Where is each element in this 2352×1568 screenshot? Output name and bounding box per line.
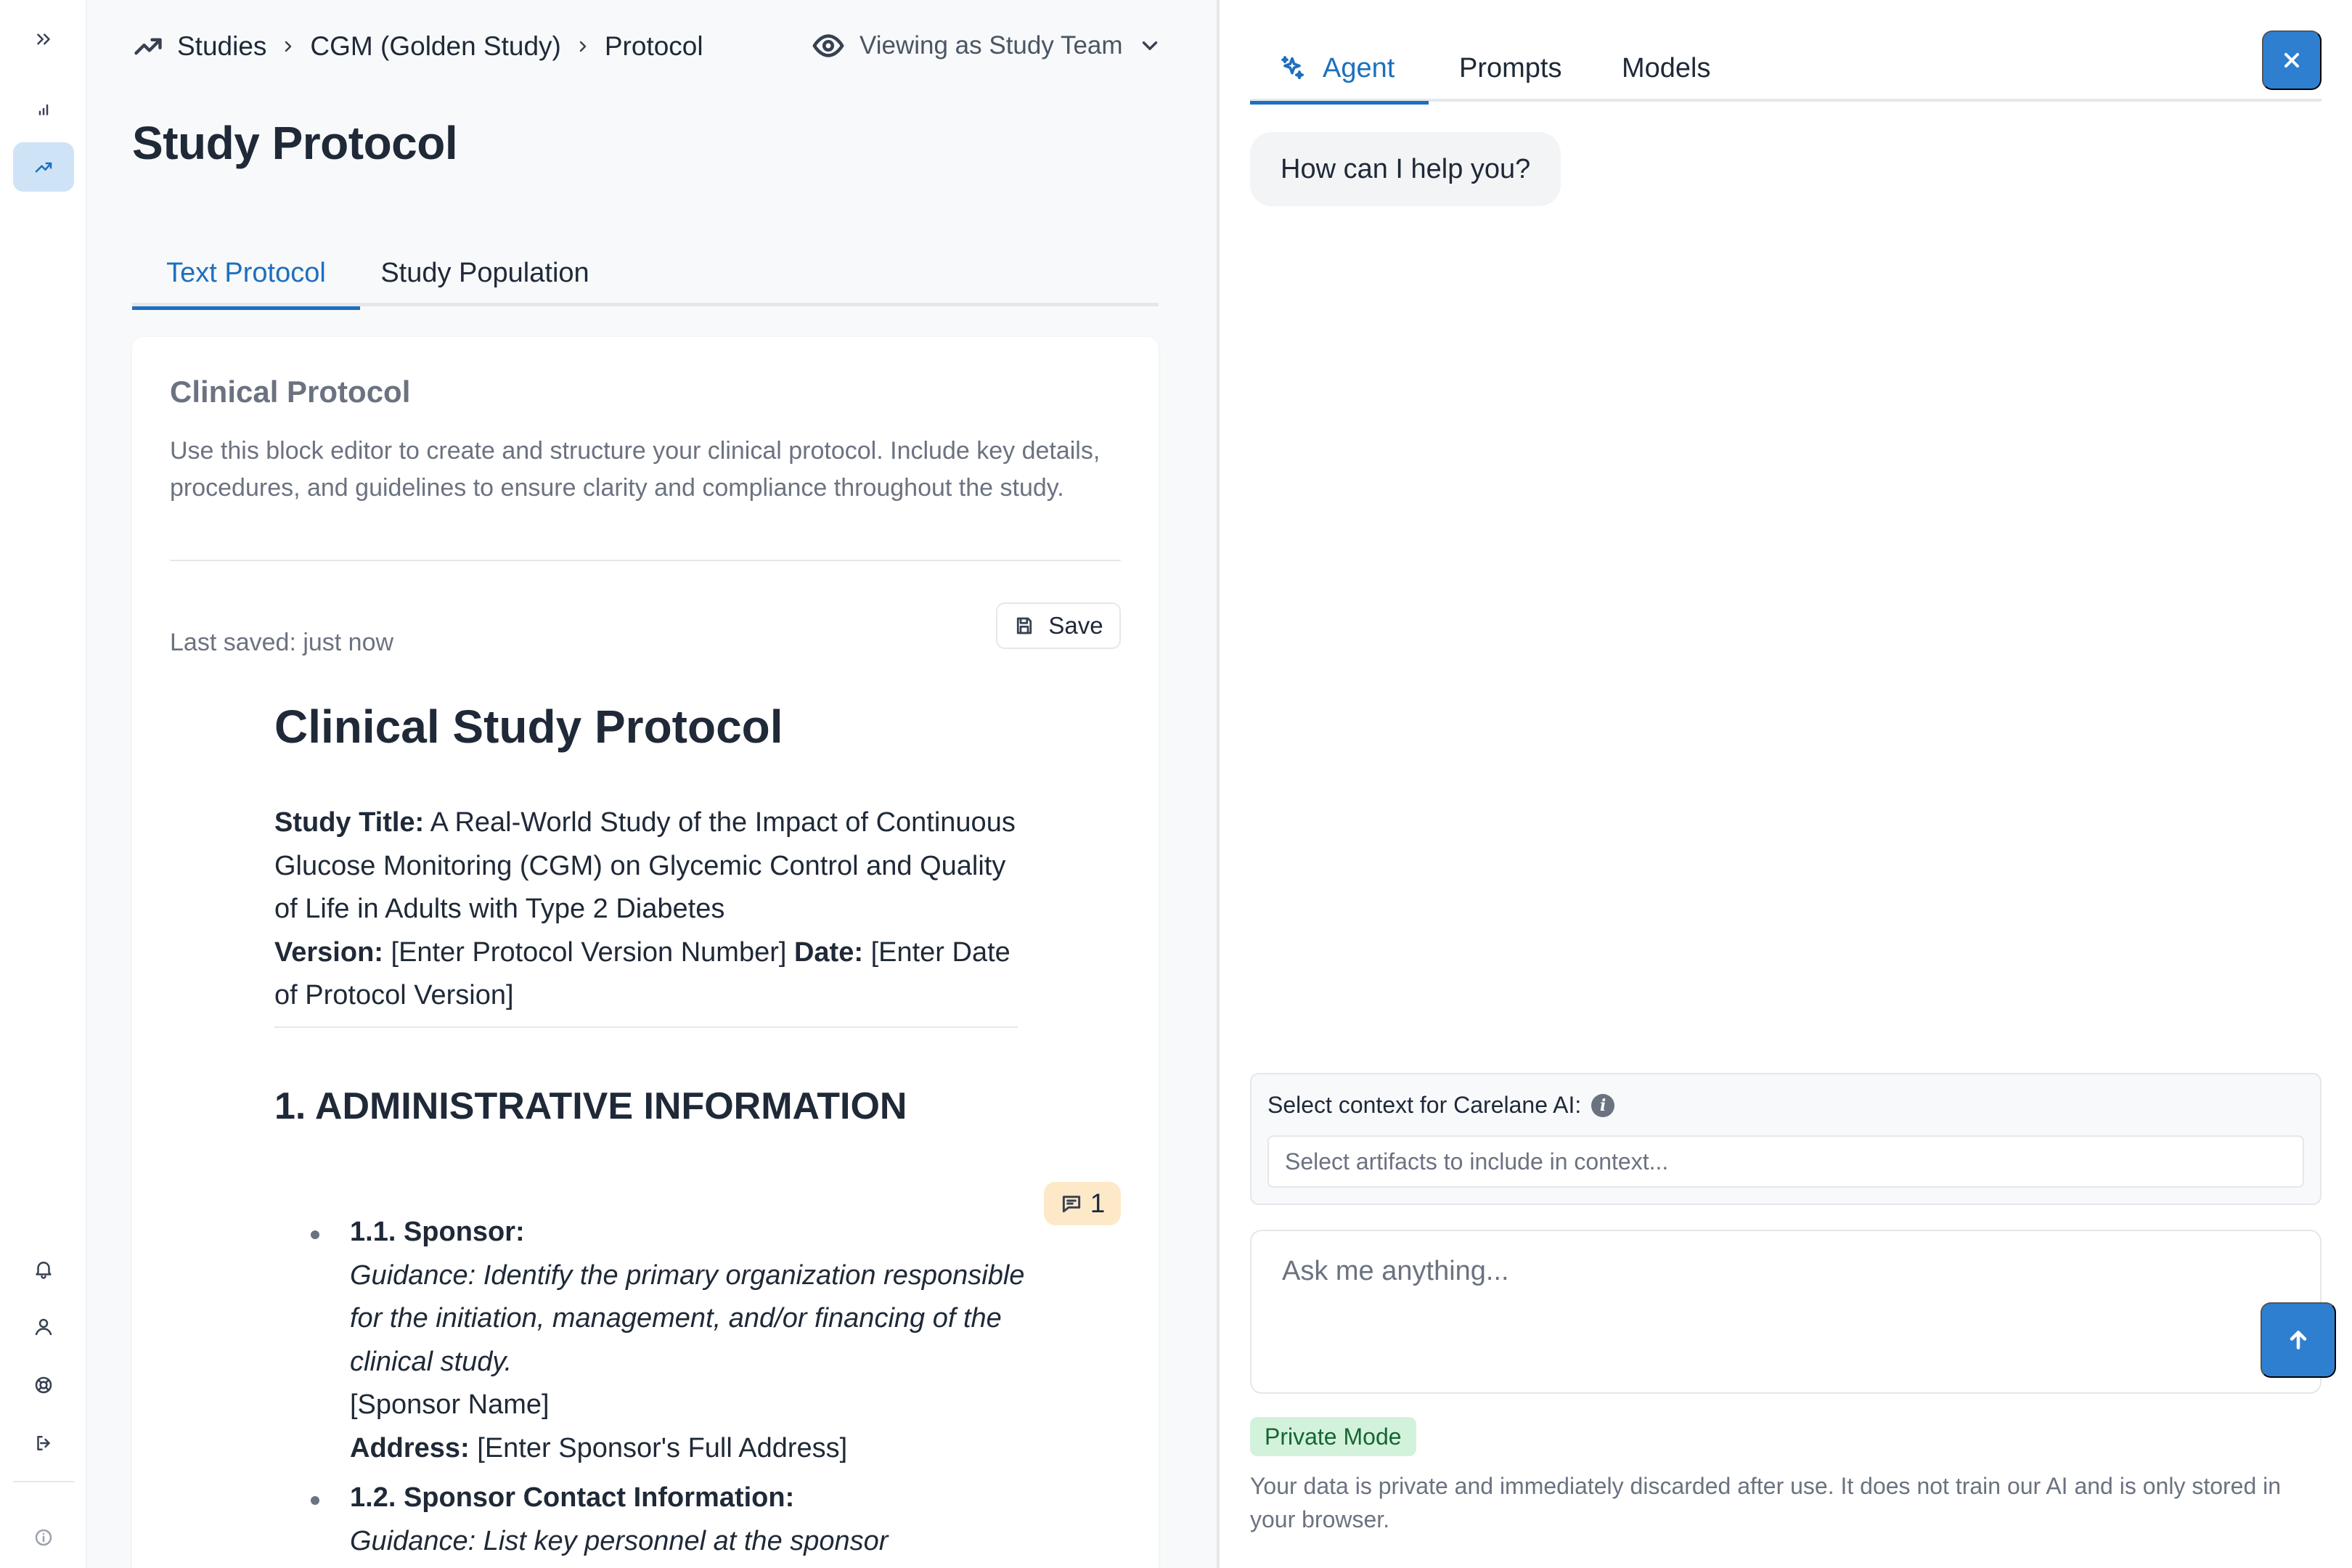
divider [170, 560, 1121, 561]
sponsor-contact-guidance: Guidance: List key personnel at the spon… [350, 1525, 889, 1556]
tab-prompts[interactable]: Prompts [1459, 35, 1561, 102]
expand-sidebar-button[interactable] [13, 15, 74, 64]
assistant-tabs: Agent Prompts Models [1250, 35, 2322, 105]
tab-agent[interactable]: Agent [1250, 35, 1429, 105]
sponsor-name-placeholder: [Sponsor Name] [350, 1389, 550, 1420]
send-button[interactable] [2261, 1302, 2336, 1378]
privacy-notice: Your data is private and immediately dis… [1250, 1473, 2282, 1532]
save-button[interactable]: Save [996, 603, 1121, 649]
bullet [311, 1496, 319, 1505]
tab-text-protocol[interactable]: Text Protocol [132, 240, 360, 310]
context-selector: Select context for Carelane AI: i Select… [1250, 1073, 2322, 1205]
expand-icon [37, 33, 50, 45]
version-label: Version: [274, 936, 383, 968]
address-value: [Enter Sponsor's Full Address] [469, 1432, 848, 1463]
bar-chart-icon [38, 104, 49, 115]
chevron-down-icon [1142, 41, 1157, 50]
view-as-label: Viewing as Study Team [859, 31, 1123, 60]
logout-icon [37, 1436, 50, 1450]
list-item[interactable]: 1.2. Sponsor Contact Information: Guidan… [350, 1477, 1032, 1563]
sponsor-label: 1.1. Sponsor: [350, 1217, 525, 1247]
section-heading: 1. ADMINISTRATIVE INFORMATION [274, 1085, 907, 1127]
address-label: Address: [350, 1432, 470, 1463]
sponsor-guidance: Guidance: Identify the primary organizat… [350, 1259, 1025, 1377]
save-icon [1017, 617, 1032, 634]
notifications-button[interactable] [13, 1244, 74, 1294]
user-icon [35, 1318, 52, 1336]
comment-count: 1 [1090, 1188, 1106, 1218]
chevron-right-icon [579, 41, 587, 52]
version-value: [Enter Protocol Version Number] [383, 936, 794, 968]
tab-agent-label: Agent [1323, 52, 1395, 83]
info-icon[interactable]: i [1591, 1093, 1615, 1117]
main-content: Studies CGM (Golden Study) Protocol View… [87, 0, 1217, 1568]
tab-models[interactable]: Models [1622, 35, 1711, 102]
sponsor-contact-label: 1.2. Sponsor Contact Information: [350, 1482, 795, 1513]
date-label: Date: [793, 936, 864, 968]
context-label-text: Select context for Carelane AI: [1267, 1092, 1582, 1118]
info-icon [35, 1529, 52, 1546]
list-item[interactable]: 1.1. Sponsor: Guidance: Identify the pri… [350, 1211, 1032, 1470]
chat-input-placeholder: Ask me anything... [1282, 1256, 1509, 1286]
last-saved-status: Last saved: just now [170, 629, 394, 656]
sparkles-icon [1281, 56, 1304, 80]
rail-divider [13, 1481, 74, 1482]
chevron-right-icon [285, 41, 292, 52]
document-meta[interactable]: Study Title: A Real-World Study of the I… [274, 801, 1022, 1018]
studies-nav-button[interactable] [13, 142, 74, 192]
breadcrumb: Studies CGM (Golden Study) Protocol [132, 28, 703, 65]
study-title-label: Study Title: [274, 807, 425, 838]
context-label: Select context for Carelane AI: i [1267, 1092, 1615, 1119]
ai-assistant-panel: Agent Prompts Models How can I help you?… [1220, 0, 2352, 1568]
breadcrumb-item-study[interactable]: CGM (Golden Study) [310, 31, 560, 62]
breadcrumb-item-protocol: Protocol [604, 31, 703, 61]
save-button-label: Save [1048, 612, 1103, 639]
document-title: Clinical Study Protocol [274, 701, 783, 753]
bell-icon [36, 1262, 52, 1279]
assistant-message: How can I help you? [1250, 132, 1561, 206]
close-panel-button[interactable] [2262, 30, 2322, 90]
about-button[interactable] [13, 1513, 74, 1562]
page-title: Study Protocol [132, 117, 458, 169]
trending-up-icon [35, 162, 52, 173]
arrow-up-icon [2290, 1331, 2307, 1349]
comment-badge[interactable]: 1 [1044, 1182, 1121, 1225]
comment-icon [1062, 1196, 1080, 1213]
tab-study-population[interactable]: Study Population [360, 240, 610, 306]
profile-button[interactable] [13, 1302, 74, 1352]
protocol-editor-card: Clinical Protocol Use this block editor … [132, 337, 1159, 1568]
bullet [311, 1230, 319, 1239]
chat-input[interactable]: Ask me anything... [1250, 1230, 2336, 1394]
card-description: Use this block editor to create and stru… [170, 437, 1101, 502]
private-mode-badge: Private Mode [1250, 1417, 1416, 1456]
left-rail [0, 0, 87, 1568]
close-icon [2284, 53, 2299, 68]
help-button[interactable] [13, 1360, 74, 1410]
logout-button[interactable] [13, 1418, 74, 1468]
analytics-nav-button[interactable] [13, 84, 74, 134]
card-title: Clinical Protocol [170, 375, 411, 409]
view-as-dropdown[interactable]: Viewing as Study Team [812, 26, 1162, 65]
divider [274, 1026, 1018, 1028]
protocol-tabs: Text Protocol Study Population [132, 240, 1159, 310]
artifacts-select-input[interactable]: Select artifacts to include in context..… [1267, 1135, 2304, 1188]
lifebuoy-icon [35, 1376, 52, 1394]
trending-up-icon [134, 38, 162, 55]
breadcrumb-item-studies[interactable]: Studies [177, 31, 266, 62]
app-root: Studies CGM (Golden Study) Protocol View… [0, 0, 2352, 1568]
eye-icon [812, 34, 844, 57]
